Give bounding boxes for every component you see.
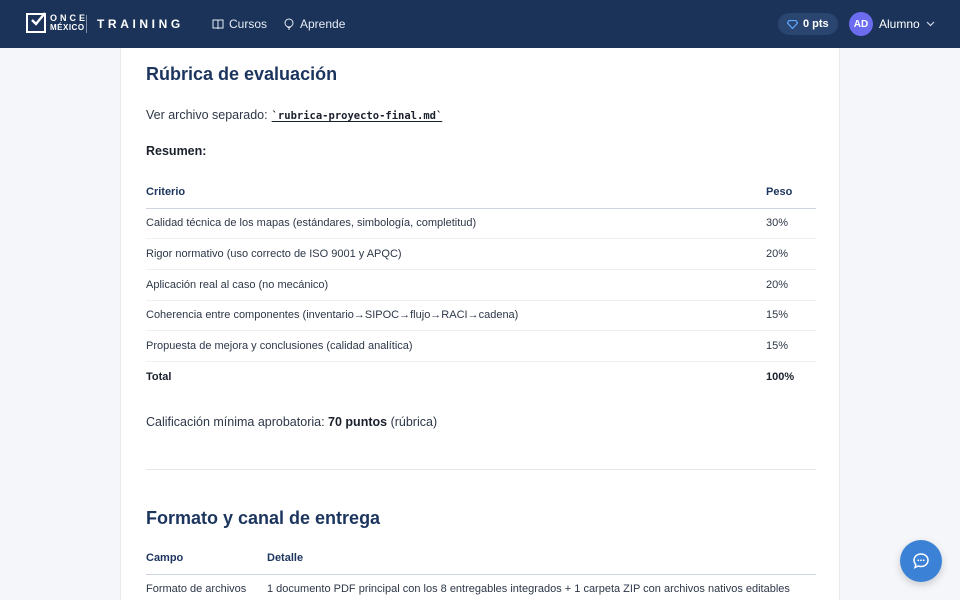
weight-cell: 15% [766,330,816,362]
delivery-heading: Formato y canal de entrega [146,508,381,528]
nav-cursos-label: Cursos [229,17,268,31]
detail-cell: 1 documento PDF principal con los 8 entr… [267,574,816,600]
minimum-score-line: Calificación mínima aprobatoria: 70 punt… [146,415,437,429]
column-header-detalle: Detalle [267,543,816,575]
chevron-down-icon [926,21,935,27]
column-header-campo: Campo [146,543,267,575]
section-divider [146,469,816,470]
points-badge[interactable]: 0 pts [778,13,838,35]
minimum-suffix: (rúbrica) [390,415,438,429]
table-row: Coherencia entre componentes (inventario… [146,300,816,332]
table-row: Formato de archivos 1 documento PDF prin… [146,574,816,600]
file-prefix: Ver archivo separado: [146,108,268,122]
chat-bubble-icon [912,552,930,570]
criterion-cell: Calidad técnica de los mapas (estándares… [146,208,766,240]
weight-cell: 20% [766,238,816,270]
column-header-peso: Peso [766,177,816,209]
criterion-cell: Rigor normativo (uso correcto de ISO 900… [146,238,766,270]
criterion-cell: Propuesta de mejora y conclusiones (cali… [146,330,766,362]
logo[interactable]: ONCE MÉXICO [26,12,89,33]
minimum-prefix: Calificación mínima aprobatoria: [146,415,325,429]
logo-divider [86,15,87,33]
rubric-heading: Rúbrica de evaluación [146,64,338,84]
criterion-cell: Aplicación real al caso (no mecánico) [146,269,766,301]
weight-cell: 20% [766,269,816,301]
field-cell: Formato de archivos [146,574,267,600]
table-row: Rigor normativo (uso correcto de ISO 900… [146,238,816,270]
points-value: 0 pts [803,18,829,30]
column-header-criterio: Criterio [146,177,766,209]
table-row: Aplicación real al caso (no mecánico) 20… [146,269,816,301]
summary-label: Resumen: [146,144,207,158]
nav-aprende-label: Aprende [300,17,346,31]
rubric-table: Criterio Peso Calidad técnica de los map… [146,177,816,392]
weight-cell: 15% [766,300,816,332]
table-row: Calidad técnica de los mapas (estándares… [146,208,816,240]
table-header-row: Campo Detalle [146,543,816,575]
user-menu[interactable]: Alumno [879,17,935,31]
book-icon [212,18,224,30]
minimum-value: 70 puntos [328,415,388,429]
table-header-row: Criterio Peso [146,177,816,209]
logo-text-top: ONCE [50,13,89,23]
logo-text-bottom: MÉXICO [50,23,85,32]
top-navbar: ONCE MÉXICO TRAINING Cursos Aprende 0 pt… [0,0,960,48]
user-name: Alumno [879,17,920,31]
checkbox-logo-icon [26,12,46,33]
table-row: Propuesta de mejora y conclusiones (cali… [146,330,816,362]
chat-button[interactable] [900,540,942,582]
table-total-row: Total 100% [146,361,816,392]
avatar[interactable]: AD [849,12,873,36]
content-card: Rúbrica de evaluación Ver archivo separa… [120,48,840,600]
total-value: 100% [766,371,795,384]
total-label: Total [146,371,172,384]
lightbulb-icon [283,18,295,30]
logo-text: ONCE MÉXICO [50,13,89,33]
rubric-file-line: Ver archivo separado: `rubrica-proyecto-f… [146,108,442,122]
weight-cell: 30% [766,208,816,240]
brand-title: TRAINING [97,17,184,31]
rubric-file-link[interactable]: `rubrica-proyecto-final.md` [272,110,443,122]
gem-icon [787,19,798,29]
criterion-cell: Coherencia entre componentes (inventario… [146,300,766,332]
delivery-table: Campo Detalle Formato de archivos 1 docu… [146,543,816,600]
nav-aprende[interactable]: Aprende [283,17,345,31]
nav-cursos[interactable]: Cursos [212,17,267,31]
